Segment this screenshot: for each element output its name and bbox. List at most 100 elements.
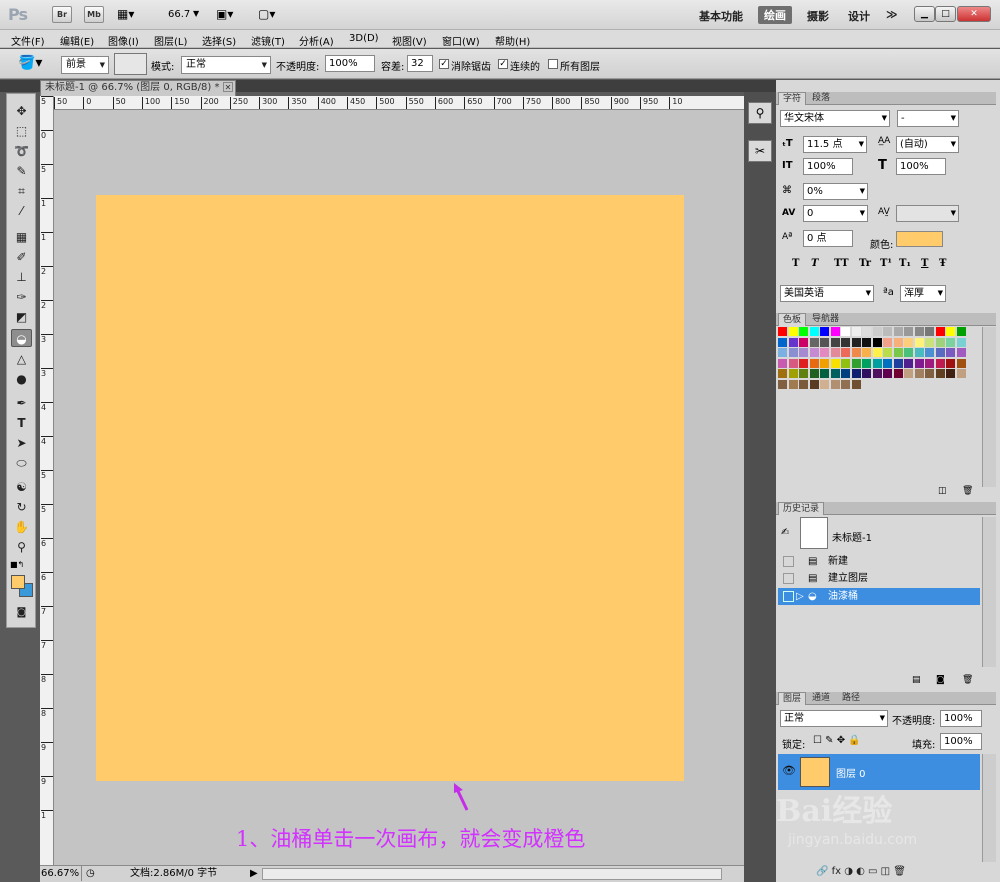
eyedropper-tool-icon[interactable]: ⁄: [11, 202, 32, 220]
new-document-from-state-icon[interactable]: ▤: [912, 675, 921, 685]
fill-input[interactable]: 100%: [940, 733, 982, 750]
quick-select-tool-icon[interactable]: ✎: [11, 162, 32, 180]
history-item-new-layer[interactable]: ▤ 建立图层: [778, 570, 980, 587]
history-item-new[interactable]: ▤ 新建: [778, 553, 980, 570]
horizontal-scrollbar[interactable]: [262, 868, 722, 880]
color-swatch[interactable]: [809, 379, 819, 389]
color-swatch[interactable]: [893, 369, 903, 378]
subscript-button[interactable]: T₁: [899, 258, 911, 269]
swatches-scrollbar[interactable]: [982, 327, 996, 487]
color-swatch[interactable]: [820, 348, 829, 357]
color-swatch[interactable]: [925, 358, 934, 368]
canvas[interactable]: [96, 195, 684, 781]
color-swatch[interactable]: [820, 369, 829, 378]
zoom-tool-icon[interactable]: ⚲: [11, 538, 32, 556]
color-swatch[interactable]: [830, 327, 840, 336]
close-button[interactable]: ✕: [957, 6, 991, 22]
color-swatch[interactable]: [904, 369, 913, 378]
document-close-icon[interactable]: ✕: [223, 82, 233, 92]
antialias-method-select[interactable]: 浑厚: [900, 285, 946, 302]
color-swatch[interactable]: [956, 369, 966, 378]
dodge-tool-icon[interactable]: ●: [11, 370, 32, 388]
color-swatch[interactable]: [925, 337, 934, 347]
color-swatch[interactable]: [893, 358, 903, 368]
history-snapshot-thumb[interactable]: [800, 517, 828, 549]
color-swatch[interactable]: [830, 337, 840, 347]
color-swatch[interactable]: [862, 358, 871, 368]
color-swatch[interactable]: [851, 348, 861, 357]
color-swatch[interactable]: [830, 358, 840, 368]
swatch-grid[interactable]: [778, 327, 978, 407]
color-swatch[interactable]: [893, 348, 903, 357]
tracking-select[interactable]: [896, 205, 959, 222]
color-swatch[interactable]: [820, 379, 829, 389]
lasso-tool-icon[interactable]: ➰: [11, 142, 32, 160]
3d-rotate-tool-icon[interactable]: ☯: [11, 478, 32, 496]
workspace-essentials[interactable]: 基本功能: [699, 8, 743, 24]
color-swatch[interactable]: [925, 348, 934, 357]
color-swatch[interactable]: [935, 327, 945, 336]
color-swatch[interactable]: [862, 348, 871, 357]
color-swatch[interactable]: [841, 379, 850, 389]
color-swatch[interactable]: [914, 327, 924, 336]
all-layers-checkbox[interactable]: [548, 59, 558, 69]
arrange-documents-icon[interactable]: ▣▾: [216, 7, 233, 21]
language-select[interactable]: 美国英语: [780, 285, 874, 302]
history-item-paint-bucket[interactable]: ▷ ◒ 油漆桶: [778, 588, 980, 605]
menu-window[interactable]: 窗口(W): [442, 33, 480, 48]
delete-swatch-icon[interactable]: 🗑: [962, 486, 973, 496]
color-swatch[interactable]: [925, 327, 934, 336]
color-swatch[interactable]: [904, 348, 913, 357]
color-swatch[interactable]: [799, 337, 808, 347]
faux-italic-button[interactable]: T: [811, 258, 818, 269]
color-swatch[interactable]: [956, 337, 966, 347]
move-tool-icon[interactable]: ✥: [11, 102, 32, 120]
zoom-level[interactable]: 66.7: [168, 9, 190, 20]
font-family-select[interactable]: 华文宋体: [780, 110, 890, 127]
ellipse-tool-icon[interactable]: ⬭: [11, 454, 32, 472]
color-swatch[interactable]: [809, 327, 819, 336]
fill-source-select[interactable]: 前景: [61, 56, 109, 74]
brush-presets-icon[interactable]: ⚲: [748, 102, 772, 124]
color-swatch[interactable]: [914, 369, 924, 378]
color-swatch[interactable]: [799, 369, 808, 378]
tab-channels[interactable]: 通道: [808, 692, 834, 705]
color-swatch[interactable]: [788, 348, 798, 357]
tab-paths[interactable]: 路径: [838, 692, 864, 705]
superscript-button[interactable]: T¹: [880, 258, 892, 269]
opacity-input[interactable]: 100%: [325, 55, 375, 72]
zoom-dropdown-icon[interactable]: ▼: [193, 9, 199, 18]
pattern-picker[interactable]: [114, 53, 147, 75]
color-swatch[interactable]: [851, 369, 861, 378]
strikethrough-button[interactable]: Ŧ: [939, 258, 946, 269]
color-swatch[interactable]: [809, 337, 819, 347]
document-tab[interactable]: 未标题-1 @ 66.7% (图层 0, RGB/8) * ✕: [40, 80, 236, 96]
color-swatch[interactable]: [914, 337, 924, 347]
history-brush-tool-icon[interactable]: ✑: [11, 288, 32, 306]
color-swatch[interactable]: [956, 358, 966, 368]
color-swatch[interactable]: [935, 337, 945, 347]
color-swatch[interactable]: [851, 379, 861, 389]
antialias-checkbox[interactable]: ✓: [439, 59, 449, 69]
clone-source-icon[interactable]: ✂: [748, 140, 772, 162]
type-tool-icon[interactable]: T: [11, 414, 32, 432]
stamp-tool-icon[interactable]: ⊥: [11, 268, 32, 286]
text-color-swatch[interactable]: [896, 231, 943, 247]
default-colors-icon[interactable]: ■↰: [10, 560, 24, 569]
color-swatch[interactable]: [841, 337, 850, 347]
color-swatch[interactable]: [788, 379, 798, 389]
color-swatch[interactable]: [778, 327, 787, 336]
color-swatch[interactable]: [820, 358, 829, 368]
mode-select[interactable]: 正常: [181, 56, 271, 74]
tab-navigator[interactable]: 导航器: [808, 313, 843, 326]
all-caps-button[interactable]: TT: [834, 258, 849, 269]
color-swatch[interactable]: [956, 327, 966, 336]
font-size-select[interactable]: 11.5 点: [803, 136, 867, 153]
color-swatch[interactable]: [788, 337, 798, 347]
color-swatch[interactable]: [946, 369, 955, 378]
color-swatch[interactable]: [904, 327, 913, 336]
menu-view[interactable]: 视图(V): [392, 33, 427, 48]
brush-tool-icon[interactable]: ✐: [11, 248, 32, 266]
kerning-select[interactable]: 0: [803, 205, 868, 222]
color-swatch[interactable]: [799, 379, 808, 389]
